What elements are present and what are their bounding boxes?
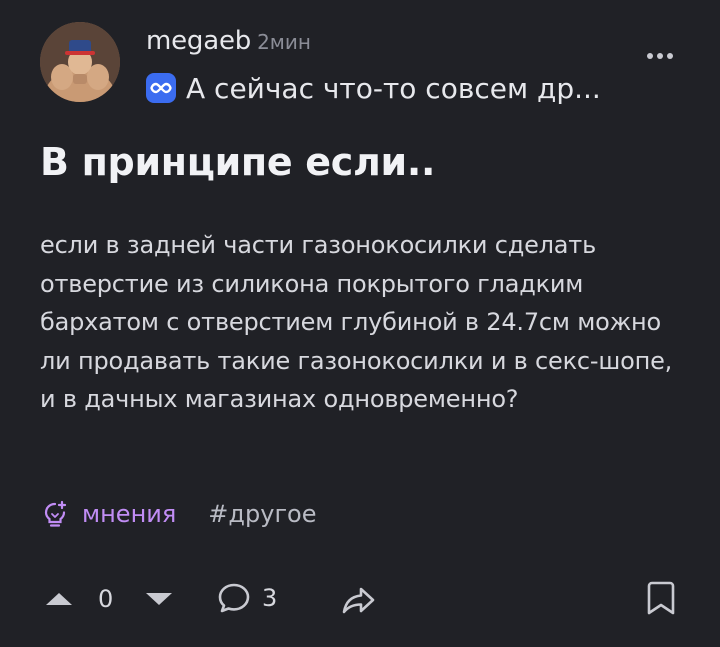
opinion-tag-label: мнения	[82, 500, 177, 528]
comments-button[interactable]: 3	[216, 580, 277, 616]
downvote-button[interactable]	[142, 584, 176, 614]
comment-count: 3	[262, 584, 278, 612]
avatar[interactable]	[40, 22, 120, 102]
post-card: megaeb 2мин А сейчас что-то совсем др...…	[0, 0, 720, 647]
opinion-tag[interactable]: мнения	[40, 499, 176, 529]
more-options-button[interactable]	[640, 40, 680, 72]
dot-icon	[657, 53, 663, 59]
post-body: если в задней части газонокосилки сделат…	[40, 231, 673, 413]
community-link[interactable]: А сейчас что-то совсем др...	[146, 70, 601, 106]
upvote-button[interactable]	[42, 584, 76, 614]
bookmark-button[interactable]	[644, 578, 678, 618]
vote-count: 0	[98, 585, 114, 613]
arrow-down-icon	[146, 593, 172, 605]
hashtag-other[interactable]: #другое	[208, 500, 316, 528]
avatar-image	[40, 22, 120, 102]
comment-icon	[218, 583, 250, 613]
community-name: А сейчас что-то совсем др...	[186, 71, 601, 105]
dot-icon	[647, 53, 653, 59]
share-button[interactable]	[340, 582, 378, 618]
post-title: В принципе если..	[40, 140, 436, 184]
tags-row: мнения #другое	[40, 494, 317, 534]
author-line: megaeb 2мин	[146, 26, 311, 60]
vote-count-wrap: 0	[98, 582, 113, 616]
lightbulb-icon	[44, 500, 67, 527]
dot-icon	[667, 53, 673, 59]
post-time: 2мин	[257, 30, 311, 54]
share-icon	[342, 587, 375, 614]
infinity-icon	[146, 73, 176, 103]
arrow-up-icon	[46, 593, 72, 605]
author-name[interactable]: megaeb	[146, 26, 251, 56]
bookmark-icon	[647, 581, 675, 615]
